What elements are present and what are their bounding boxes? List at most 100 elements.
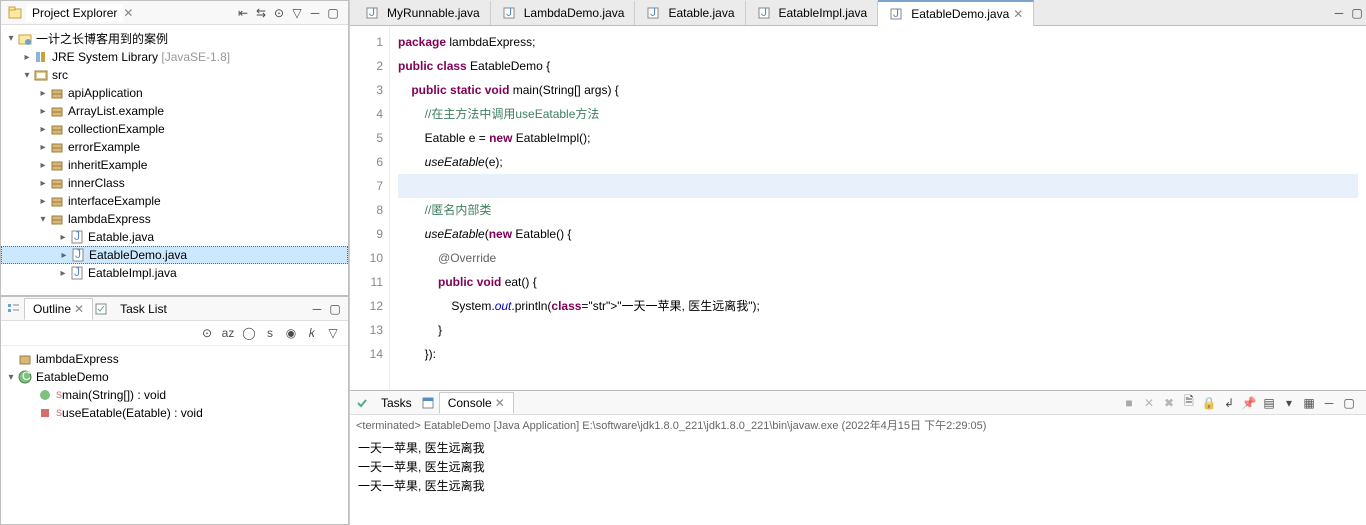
editor-tab[interactable]: JLambdaDemo.java [491, 1, 636, 25]
code-view[interactable]: package lambdaExpress;public class Eatab… [390, 26, 1366, 390]
package-node[interactable]: ▸ inheritExample [1, 156, 348, 174]
maximize-icon[interactable]: ▢ [1348, 4, 1366, 22]
tab-console[interactable]: Console ✕ [439, 392, 514, 414]
link-editor-icon[interactable]: ⇆ [252, 4, 270, 22]
close-view-icon[interactable]: ✕ [123, 6, 133, 20]
focus-icon[interactable]: ⊙ [198, 324, 216, 342]
maximize-icon[interactable]: ▢ [324, 4, 342, 22]
hide-local-icon[interactable]: 𝑘 [303, 324, 321, 342]
editor-tab-active[interactable]: JEatableDemo.java ✕ [878, 0, 1034, 26]
twisty-icon[interactable]: ▸ [37, 142, 49, 153]
editor-tab[interactable]: JEatable.java [635, 1, 745, 25]
twisty-icon[interactable]: ▸ [37, 106, 49, 117]
maximize-icon[interactable]: ▢ [1340, 394, 1358, 412]
twisty-icon[interactable]: ▸ [37, 88, 49, 99]
minimize-icon[interactable]: ─ [308, 300, 326, 318]
public-method-icon [37, 387, 53, 403]
package-icon [49, 121, 65, 137]
file-node[interactable]: ▸JEatableImpl.java [1, 264, 348, 282]
close-tab-icon[interactable]: ✕ [1013, 7, 1023, 21]
twisty-icon[interactable]: ▾ [37, 214, 49, 225]
console-output[interactable]: 一天一苹果, 医生远离我一天一苹果, 医生远离我一天一苹果, 医生远离我 [350, 435, 1366, 525]
minimize-icon[interactable]: ─ [1320, 394, 1338, 412]
twisty-icon[interactable]: ▾ [21, 70, 33, 81]
package-label: lambdaExpress [68, 212, 151, 226]
view-menu-icon[interactable]: ▽ [324, 324, 342, 342]
remove-all-icon[interactable]: ✖ [1160, 394, 1178, 412]
word-wrap-icon[interactable]: ↲ [1220, 394, 1238, 412]
package-icon [49, 175, 65, 191]
twisty-icon[interactable]: ▸ [37, 196, 49, 207]
jre-node[interactable]: ▸ JRE System Library [JavaSE-1.8] [1, 48, 348, 66]
twisty-icon[interactable]: ▸ [58, 250, 70, 261]
package-node[interactable]: ▸apiApplication [1, 84, 348, 102]
twisty-icon[interactable]: ▾ [5, 33, 17, 44]
terminate-relaunch-icon[interactable]: ■ [1120, 394, 1138, 412]
package-node[interactable]: ▾ lambdaExpress [1, 210, 348, 228]
new-console-icon[interactable]: ▦ [1300, 394, 1318, 412]
svg-text:J: J [74, 230, 80, 243]
src-node[interactable]: ▾ src [1, 66, 348, 84]
package-icon [49, 85, 65, 101]
editor-tab[interactable]: JMyRunnable.java [354, 1, 491, 25]
hide-static-icon[interactable]: s [261, 324, 279, 342]
twisty-icon[interactable]: ▾ [5, 372, 17, 383]
package-node[interactable]: ▸ArrayList.example [1, 102, 348, 120]
file-label: Eatable.java [88, 230, 154, 244]
tasks-icon [354, 395, 370, 411]
java-file-icon: J [756, 5, 772, 21]
close-icon[interactable]: ✕ [74, 302, 84, 316]
package-node[interactable]: ▸ innerClass [1, 174, 348, 192]
outline-class-node[interactable]: ▾ C EatableDemo [1, 368, 348, 386]
editor-area[interactable]: 1234567891011121314 package lambdaExpres… [350, 26, 1366, 390]
scroll-lock-icon[interactable]: 🔒 [1200, 394, 1218, 412]
package-node[interactable]: ▸errorExample [1, 138, 348, 156]
outline-method-node[interactable]: S main(String[]) : void [1, 386, 348, 404]
remove-launch-icon[interactable]: ✕ [1140, 394, 1158, 412]
hide-nonpublic-icon[interactable]: ◉ [282, 324, 300, 342]
twisty-icon[interactable]: ▸ [57, 232, 69, 243]
clear-console-icon[interactable]: 🗎 [1180, 394, 1198, 412]
close-icon[interactable]: ✕ [495, 396, 505, 410]
package-label: inheritExample [68, 158, 147, 172]
twisty-icon[interactable]: ▸ [37, 124, 49, 135]
editor-tab[interactable]: JEatableImpl.java [746, 1, 879, 25]
minimize-icon[interactable]: ─ [1330, 4, 1348, 22]
view-menu-icon[interactable]: ▽ [288, 4, 306, 22]
twisty-icon[interactable]: ▸ [57, 268, 69, 279]
open-console-icon[interactable]: ▾ [1280, 394, 1298, 412]
file-node-selected[interactable]: ▸JEatableDemo.java [1, 246, 348, 264]
minimize-icon[interactable]: ─ [306, 4, 324, 22]
outline-method-node[interactable]: S useEatable(Eatable) : void [1, 404, 348, 422]
package-node[interactable]: ▸interfaceExample [1, 192, 348, 210]
package-icon [17, 351, 33, 367]
package-node[interactable]: ▸collectionExample [1, 120, 348, 138]
project-node[interactable]: ▾ 一计之长博客用到的案例 [1, 29, 348, 48]
twisty-icon[interactable]: ▸ [37, 178, 49, 189]
hide-fields-icon[interactable]: ◯ [240, 324, 258, 342]
file-node[interactable]: ▸ J Eatable.java [1, 228, 348, 246]
tab-tasklist-label: Task List [120, 302, 167, 316]
tab-label: Eatable.java [668, 6, 734, 20]
project-tree[interactable]: ▾ 一计之长博客用到的案例 ▸ JRE System Library [Java… [1, 25, 348, 295]
outline-package-node[interactable]: lambdaExpress [1, 350, 348, 368]
maximize-icon[interactable]: ▢ [326, 300, 344, 318]
explorer-title[interactable]: Project Explorer [26, 4, 123, 22]
console-icon [420, 395, 436, 411]
outline-tree[interactable]: lambdaExpress ▾ C EatableDemo S main(Str… [1, 346, 348, 524]
java-file-icon: J [70, 247, 86, 263]
pin-console-icon[interactable]: 📌 [1240, 394, 1258, 412]
sort-icon[interactable]: az [219, 324, 237, 342]
java-file-icon: J [69, 229, 85, 245]
collapse-all-icon[interactable]: ⇤ [234, 4, 252, 22]
java-file-icon: J [364, 5, 380, 21]
twisty-icon[interactable]: ▸ [37, 160, 49, 171]
tab-tasks[interactable]: Tasks [373, 393, 420, 413]
tab-outline[interactable]: Outline ✕ [24, 298, 93, 320]
tab-tasks-label: Tasks [381, 396, 412, 410]
display-selected-icon[interactable]: ▤ [1260, 394, 1278, 412]
package-label: innerClass [68, 176, 125, 190]
tab-tasklist[interactable]: Task List [112, 299, 175, 319]
twisty-icon[interactable]: ▸ [21, 52, 33, 63]
focus-task-icon[interactable]: ⊙ [270, 4, 288, 22]
